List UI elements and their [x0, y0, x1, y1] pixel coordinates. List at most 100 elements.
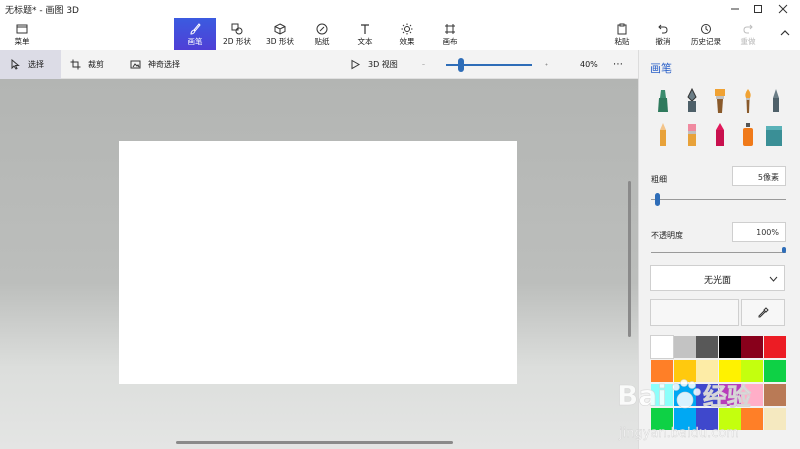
3d-shapes-icon: [274, 22, 286, 35]
close-icon: [778, 4, 788, 14]
select-tool-button[interactable]: 选择: [0, 50, 61, 79]
paste-label: 粘贴: [614, 36, 630, 46]
opacity-label: 不透明度: [651, 231, 683, 240]
watermark-url: jingyan.baidu.com: [618, 426, 739, 441]
tab-canvas[interactable]: 画布: [432, 18, 468, 50]
watercolor-icon[interactable]: [738, 88, 758, 114]
cursor-icon: [11, 59, 20, 70]
color-swatch[interactable]: [696, 336, 718, 358]
magic-select-icon: [130, 60, 141, 69]
opacity-input[interactable]: 100%: [732, 222, 786, 242]
tab-label: 文本: [357, 36, 373, 46]
color-swatch[interactable]: [673, 336, 696, 358]
redo-label: 重做: [740, 36, 756, 46]
eraser-icon[interactable]: [682, 122, 702, 148]
opacity-slider[interactable]: [651, 252, 786, 253]
pencil-icon[interactable]: [653, 122, 673, 148]
tab-text[interactable]: 文本: [347, 18, 383, 50]
undo-button[interactable]: 撤消: [649, 18, 677, 50]
collapse-toolbar-button[interactable]: [776, 18, 794, 50]
3d-view-icon: [351, 59, 361, 70]
baidu-jingyan-watermark: Bai 经验 jingyan.baidu.com: [617, 379, 752, 442]
chevron-up-icon: [780, 30, 790, 36]
watermark-brand-left: Bai: [617, 379, 667, 412]
menu-button[interactable]: 菜单: [5, 18, 39, 50]
zoom-slider-thumb[interactable]: [458, 58, 464, 72]
zoom-out-button[interactable]: [422, 50, 432, 79]
thickness-label: 粗细: [651, 175, 667, 184]
horizontal-scrollbar[interactable]: [176, 441, 453, 444]
redo-button[interactable]: 重做: [734, 18, 762, 50]
more-icon: ⋯: [613, 59, 623, 70]
close-button[interactable]: [770, 0, 796, 18]
marker-icon[interactable]: [653, 88, 673, 114]
maximize-icon: [754, 5, 762, 13]
color-swatch[interactable]: [763, 336, 786, 358]
redo-icon: [743, 24, 753, 33]
color-preview: [650, 299, 739, 326]
opacity-slider-thumb[interactable]: [782, 247, 786, 253]
tab-effects[interactable]: 效果: [389, 18, 425, 50]
tab-3d-shapes[interactable]: 3D 形状: [261, 18, 299, 50]
color-swatch[interactable]: [741, 336, 763, 358]
tab-label: 画布: [442, 36, 458, 46]
crop-label: 裁剪: [88, 60, 104, 69]
stickers-icon: [316, 23, 328, 34]
folder-icon: [16, 24, 28, 33]
tab-label: 贴纸: [314, 36, 330, 46]
pixel-pen-icon[interactable]: [766, 88, 786, 114]
workspace: [0, 79, 638, 449]
tab-label: 3D 形状: [266, 36, 294, 46]
color-swatch[interactable]: [718, 336, 741, 358]
magic-select-label: 神奇选择: [148, 60, 180, 69]
spraycan-icon[interactable]: [738, 122, 758, 148]
undo-label: 撤消: [655, 36, 671, 46]
tab-2d-shapes[interactable]: 2D 形状: [218, 18, 256, 50]
color-swatch[interactable]: [650, 335, 674, 359]
tab-label: 效果: [399, 36, 415, 46]
text-icon: [361, 23, 369, 34]
window-title: 无标题* - 画图 3D: [5, 6, 79, 16]
history-label: 历史记录: [691, 36, 721, 46]
paw-logo: [672, 379, 701, 409]
select-label: 选择: [28, 60, 44, 69]
calligraphy-pen-icon[interactable]: [682, 88, 702, 114]
thickness-input[interactable]: 5像素: [732, 166, 786, 186]
more-options-button[interactable]: ⋯: [613, 50, 627, 79]
history-button[interactable]: 历史记录: [686, 18, 726, 50]
thickness-slider-thumb[interactable]: [655, 193, 660, 206]
tab-label: 画笔: [187, 36, 203, 46]
3d-view-label: 3D 视图: [368, 60, 398, 69]
finish-value: 无光面: [703, 276, 731, 286]
selection-toolbar: 选择 裁剪 神奇选择 3D 视图 40% ⋯: [0, 50, 638, 79]
thickness-slider[interactable]: [651, 199, 786, 200]
zoom-in-button[interactable]: [545, 50, 555, 79]
tab-label: 2D 形状: [223, 36, 251, 46]
maximize-button[interactable]: [745, 0, 771, 18]
magic-select-button[interactable]: 神奇选择: [130, 50, 196, 79]
tab-brushes[interactable]: 画笔: [174, 18, 216, 50]
zoom-level[interactable]: 40%: [580, 50, 606, 79]
title-bar: 无标题* - 画图 3D: [0, 0, 800, 18]
crop-icon: [70, 59, 81, 70]
minimize-icon: [731, 8, 739, 10]
drawing-canvas[interactable]: [119, 141, 517, 384]
crayon-icon[interactable]: [710, 122, 730, 148]
oil-brush-icon[interactable]: [710, 88, 730, 114]
fill-icon[interactable]: [764, 122, 784, 148]
minus-icon: [422, 64, 425, 65]
3d-view-button[interactable]: 3D 视图: [350, 50, 402, 79]
vertical-scrollbar[interactable]: [628, 181, 631, 337]
eyedropper-icon: [758, 306, 769, 317]
chevron-down-icon: [769, 276, 778, 282]
eyedropper-button[interactable]: [741, 299, 785, 326]
crop-button[interactable]: 裁剪: [70, 50, 120, 79]
main-toolbar: 菜单 画笔 2D 形状 3D 形状 贴纸 文本 效果 画布 粘贴 撤消 历史记录: [0, 18, 800, 50]
finish-dropdown[interactable]: 无光面: [650, 265, 785, 291]
canvas-icon: [445, 23, 455, 34]
paste-icon: [617, 23, 627, 34]
2d-shapes-icon: [231, 23, 243, 34]
tab-stickers[interactable]: 贴纸: [304, 18, 340, 50]
paste-button[interactable]: 粘贴: [608, 18, 636, 50]
effects-icon: [401, 23, 413, 34]
